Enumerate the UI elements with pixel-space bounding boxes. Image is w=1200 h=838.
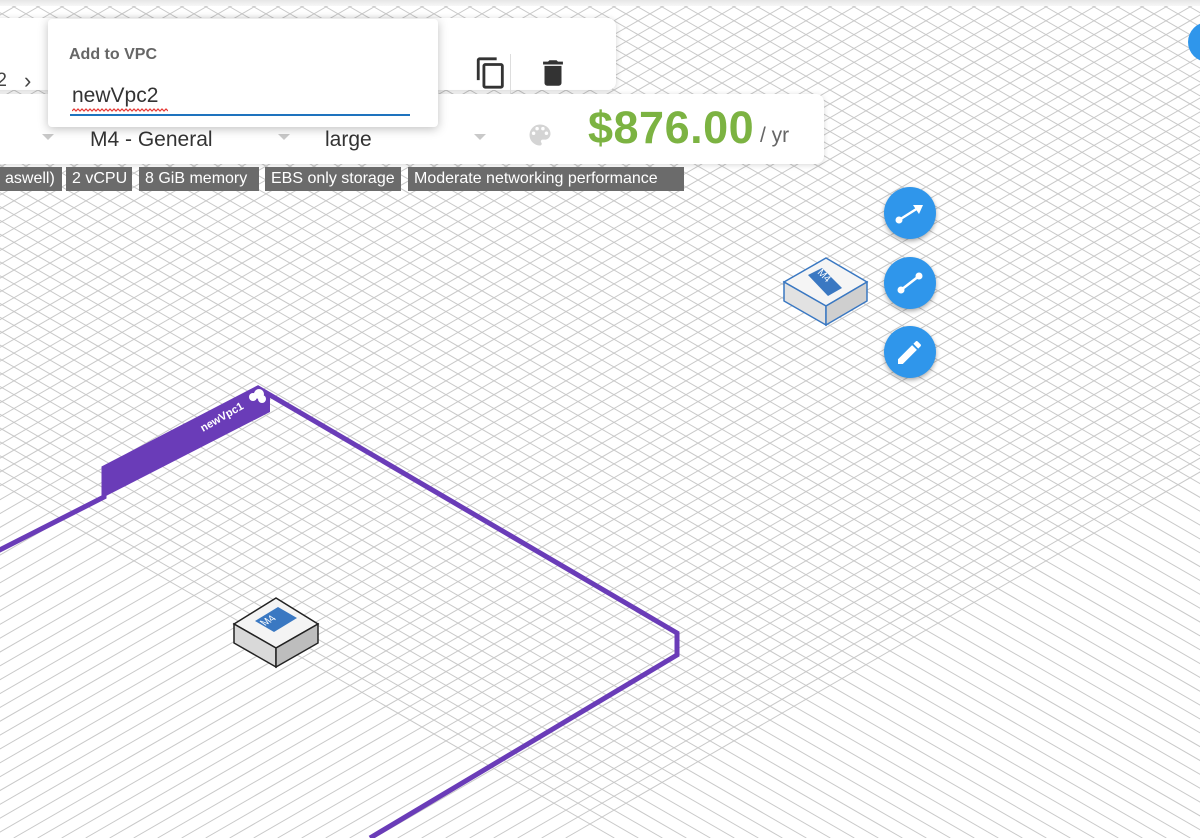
breadcrumb-chevron-icon[interactable]: ›	[24, 68, 31, 94]
trash-icon	[543, 60, 563, 86]
copy-icon	[476, 57, 504, 89]
chevron-down-icon[interactable]	[42, 134, 54, 140]
spellcheck-underline	[72, 108, 168, 112]
copy-button[interactable]	[474, 56, 508, 90]
spec-tag-memory: 8 GiB memory	[139, 167, 259, 191]
toolbar-divider	[510, 54, 511, 94]
m4-instance-node[interactable]: M4	[232, 597, 320, 669]
spec-tag-storage: EBS only storage	[265, 167, 401, 191]
price-value: $876.00	[588, 102, 755, 153]
add-to-vpc-popover: Add to VPC	[48, 19, 438, 127]
instance-size-select[interactable]: large	[325, 128, 372, 152]
palette-icon[interactable]	[526, 121, 554, 149]
m4-instance-node-selected[interactable]: M4	[782, 257, 869, 327]
price-unit: / yr	[760, 124, 790, 147]
input-underline	[70, 114, 410, 116]
link-line-icon	[897, 272, 923, 294]
chevron-down-icon[interactable]	[278, 134, 290, 140]
spec-tag-vcpu: 2 vCPU	[66, 167, 132, 191]
breadcrumb-text[interactable]: -2	[0, 70, 7, 92]
edit-button[interactable]	[884, 326, 936, 378]
arrow-connect-icon	[895, 205, 923, 224]
chevron-down-icon[interactable]	[474, 134, 486, 140]
top-border	[0, 0, 1200, 6]
link-button[interactable]	[884, 257, 936, 309]
spec-tag-network: Moderate networking performance	[408, 167, 684, 191]
vpc-name-input[interactable]	[70, 81, 412, 111]
pencil-icon	[898, 341, 921, 364]
connect-button[interactable]	[884, 187, 936, 239]
instance-family-select[interactable]: M4 - General	[90, 128, 213, 152]
popover-title: Add to VPC	[69, 46, 157, 63]
spec-tag-processor: aswell)	[0, 167, 62, 191]
delete-button[interactable]	[536, 56, 570, 90]
